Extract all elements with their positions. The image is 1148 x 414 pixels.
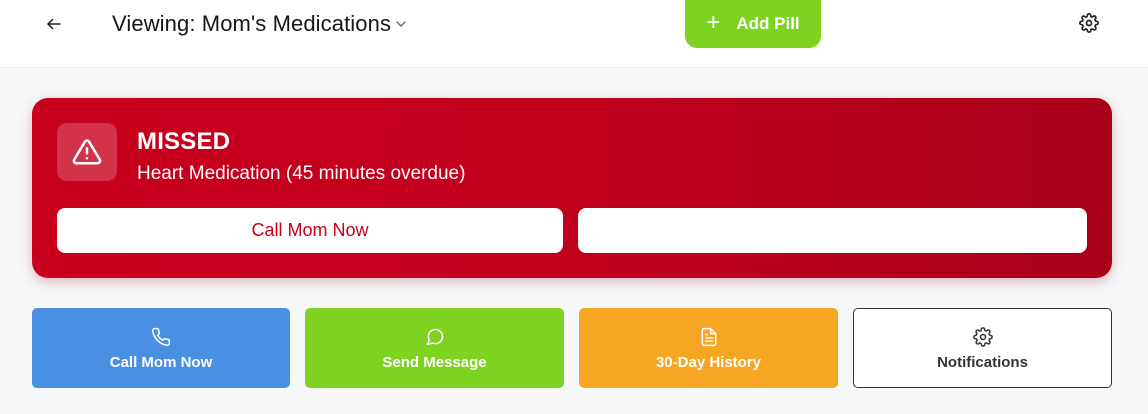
alert-message: Heart Medication (45 minutes overdue): [137, 163, 466, 184]
phone-icon: [151, 326, 171, 348]
arrow-left-icon: [47, 18, 61, 30]
history-label: 30-Day History: [655, 353, 762, 371]
add-pill-label: Add Pill: [736, 14, 800, 33]
history-button[interactable]: 30-Day History: [579, 308, 838, 388]
app-header: Viewing: Mom's Medications + Add Pill: [0, 0, 1148, 68]
page-title: Viewing: Mom's Medications: [112, 11, 392, 36]
back-button[interactable]: [40, 10, 68, 38]
send-message-button[interactable]: Send Message: [305, 308, 564, 388]
call-mom-button[interactable]: Call Mom Now: [32, 308, 290, 388]
alert-call-button[interactable]: Call Mom Now: [57, 208, 563, 253]
notifications-label: Notifications: [937, 353, 1028, 371]
plus-icon: +: [706, 8, 721, 36]
missed-dose-alert: MISSED Heart Medication (45 minutes over…: [32, 98, 1112, 278]
call-mom-label: Call Mom Now: [109, 353, 213, 371]
notifications-button[interactable]: Notifications: [853, 308, 1112, 388]
alert-status: MISSED: [137, 128, 231, 155]
file-text-icon: [699, 326, 719, 348]
profile-selector[interactable]: Viewing: Mom's Medications: [112, 10, 409, 38]
warning-triangle-icon: [72, 139, 102, 165]
gear-icon: [1079, 13, 1099, 33]
add-pill-button[interactable]: + Add Pill: [685, 0, 821, 48]
alert-secondary-button[interactable]: [578, 208, 1087, 253]
alert-icon-box: [57, 123, 117, 181]
settings-button[interactable]: [1076, 10, 1102, 36]
chevron-down-icon: [393, 16, 409, 32]
send-message-label: Send Message: [382, 353, 487, 371]
gear-icon: [972, 326, 993, 348]
message-circle-icon: [425, 326, 445, 348]
